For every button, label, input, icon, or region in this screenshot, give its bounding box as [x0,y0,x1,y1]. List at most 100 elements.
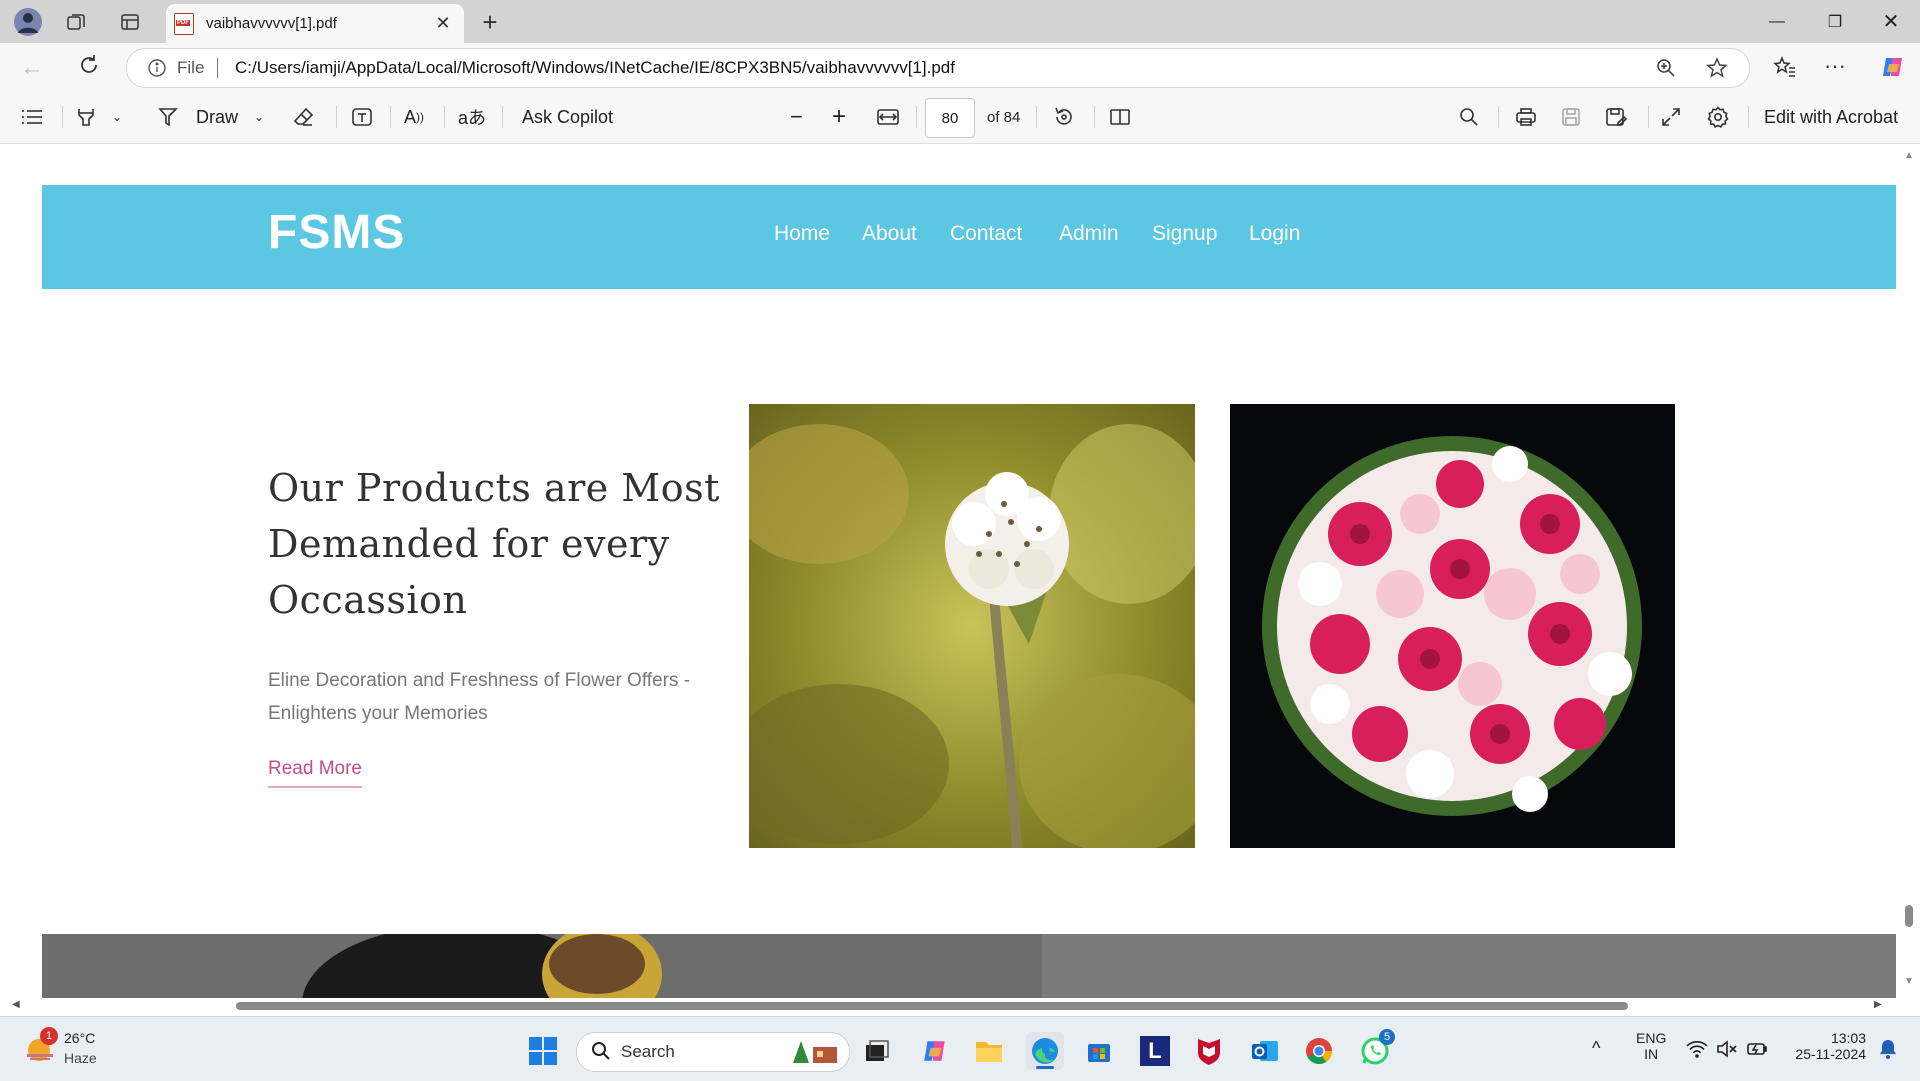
nav-contact[interactable]: Contact [950,222,1022,246]
file-explorer-icon[interactable] [970,1032,1008,1070]
vertical-scrollbar[interactable]: ▲ ▼ [1900,144,1920,996]
profile-avatar[interactable] [10,4,46,40]
favorite-star-icon[interactable] [1705,56,1729,85]
battery-icon[interactable] [1746,1040,1768,1063]
language-indicator[interactable]: ENG IN [1636,1030,1666,1062]
draw-chevron-down-icon[interactable]: ⌄ [254,101,264,133]
text-box-icon[interactable] [350,101,374,133]
edit-with-acrobat-button[interactable]: Edit with Acrobat [1764,101,1898,133]
translate-icon[interactable]: aあ [458,101,486,133]
zoom-in-icon[interactable]: + [832,101,846,133]
minimize-icon[interactable]: — [1748,0,1806,43]
scroll-left-icon[interactable]: ◀ [12,999,20,1010]
outlook-icon[interactable] [1246,1032,1284,1070]
scroll-right-icon[interactable]: ▶ [1874,999,1882,1010]
horizontal-scrollbar[interactable]: ◀ ▶ [0,996,1900,1016]
fit-width-icon[interactable] [876,101,900,133]
vertical-scroll-thumb[interactable] [1905,905,1913,927]
read-aloud-icon[interactable]: A)) [404,101,424,133]
address-bar[interactable]: File C:/Users/iamji/AppData/Local/Micros… [126,48,1750,88]
search-highlight-icon [791,1039,841,1070]
close-tab-icon[interactable]: ✕ [432,13,454,34]
back-arrow-icon[interactable]: ← [20,54,44,82]
rose-bouquet-image [1230,404,1675,848]
clock[interactable]: 13:03 25-11-2024 [1788,1030,1866,1062]
nav-login[interactable]: Login [1249,222,1300,246]
pdf-file-icon [174,12,194,35]
taskbar-search[interactable]: Search [576,1032,850,1072]
whatsapp-badge: 5 [1379,1029,1395,1045]
refresh-icon[interactable] [76,52,102,83]
hero-headline: Our Products are Most Demanded for every… [268,466,720,622]
save-as-icon[interactable] [1604,101,1628,133]
toolbar-divider [916,106,917,128]
more-options-icon[interactable]: ··· [1824,53,1846,79]
weather-temp[interactable]: 26°C [64,1030,95,1046]
l-app-icon[interactable]: L [1136,1032,1174,1070]
close-window-icon[interactable]: ✕ [1862,0,1920,43]
draw-button[interactable]: Draw [196,101,238,133]
workspaces-icon[interactable] [58,4,94,40]
settings-gear-icon[interactable] [1706,101,1730,133]
page-number-input[interactable]: 80 [925,98,975,138]
print-icon[interactable] [1514,101,1538,133]
toolbar-divider [390,106,391,128]
mcafee-icon[interactable] [1190,1032,1228,1070]
show-hidden-icons-chevron-up-icon[interactable]: ^ [1592,1038,1600,1059]
contents-icon[interactable] [20,101,44,133]
active-app-indicator [1036,1066,1054,1069]
zoom-out-icon[interactable]: − [790,101,803,133]
zoom-icon[interactable] [1655,57,1677,84]
horizontal-scroll-thumb[interactable] [236,1002,1628,1010]
toolbar-divider [444,106,445,128]
url-text[interactable]: C:/Users/iamji/AppData/Local/Microsoft/W… [235,58,955,78]
copilot-icon[interactable] [1880,54,1906,85]
new-tab-button[interactable]: + [472,4,508,40]
find-icon[interactable] [1458,101,1480,133]
start-windows-icon[interactable] [524,1032,562,1070]
draw-icon[interactable] [156,101,180,133]
language-code: ENG [1636,1030,1667,1046]
toolbar-divider [1094,106,1095,128]
hero-subtext: Eline Decoration and Freshness of Flower… [268,670,691,724]
page-view-icon[interactable] [1108,101,1132,133]
weather-badge: 1 [40,1027,58,1045]
toolbar-divider [336,106,337,128]
nav-admin[interactable]: Admin [1059,222,1119,246]
scroll-down-icon[interactable]: ▼ [1904,976,1914,987]
active-tab[interactable]: vaibhavvvvvv[1].pdf ✕ [166,4,464,43]
highlight-icon[interactable] [74,101,98,133]
fullscreen-icon[interactable] [1660,101,1682,133]
site-logo[interactable]: FSMS [268,205,405,260]
chrome-icon[interactable] [1300,1032,1338,1070]
restore-icon[interactable]: ❐ [1806,0,1864,43]
edge-browser-icon[interactable] [1026,1032,1064,1070]
vertical-tabs-icon[interactable] [112,4,148,40]
search-icon [591,1041,611,1066]
weather-desc[interactable]: Haze [64,1050,97,1066]
search-placeholder: Search [621,1042,675,1061]
wifi-icon[interactable] [1686,1040,1708,1063]
info-icon[interactable] [147,58,167,83]
toolbar-divider [502,106,503,128]
next-section-image [42,934,1896,998]
volume-muted-icon[interactable] [1716,1040,1738,1063]
task-view-icon[interactable] [858,1032,896,1070]
url-prefix: File [177,58,205,77]
nav-home[interactable]: Home [774,222,830,246]
favorites-icon[interactable] [1772,54,1798,85]
taskbar [0,1016,1920,1081]
nav-signup[interactable]: Signup [1152,222,1217,246]
eraser-icon[interactable] [292,101,316,133]
microsoft-store-icon[interactable] [1080,1032,1118,1070]
save-icon[interactable] [1560,101,1582,133]
copilot-taskbar-icon[interactable] [916,1032,954,1070]
toolbar-divider [1648,106,1649,128]
ask-copilot-button[interactable]: Ask Copilot [522,101,613,133]
notification-bell-icon[interactable] [1878,1038,1898,1065]
nav-about[interactable]: About [862,222,917,246]
scroll-up-icon[interactable]: ▲ [1904,150,1914,161]
highlight-chevron-down-icon[interactable]: ⌄ [112,101,122,133]
rotate-icon[interactable] [1052,101,1076,133]
read-more-link[interactable]: Read More [268,758,362,788]
